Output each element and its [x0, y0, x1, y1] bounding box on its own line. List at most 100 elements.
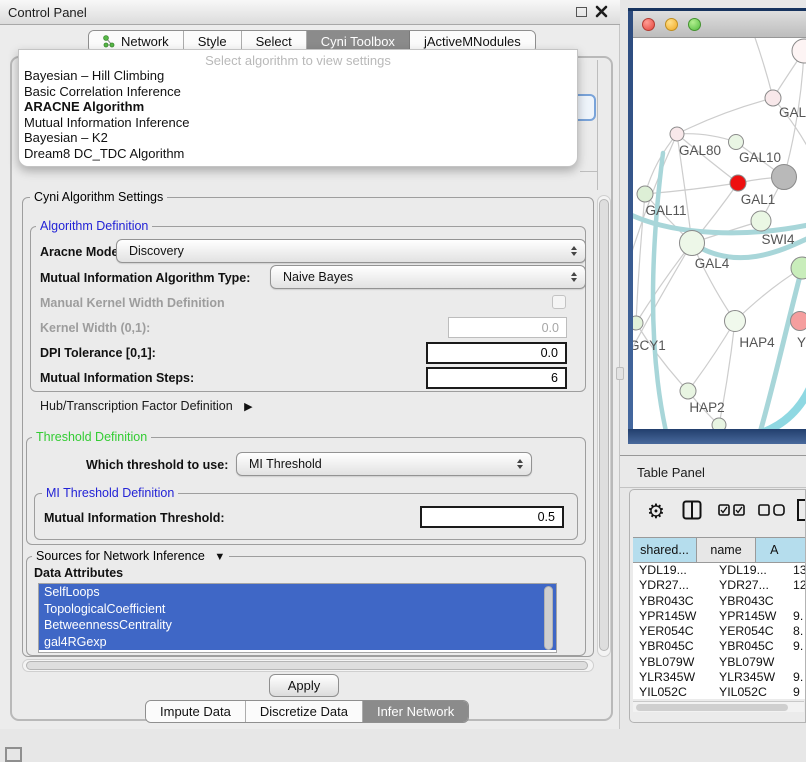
combo-stepper-icon — [571, 246, 577, 256]
mi-threshold-label: Mutual Information Threshold: — [44, 511, 225, 525]
network-node-labels: GAL GAL80 GAL10 GAL1 GAL11 SWI4 GAL4 GCY… — [633, 105, 806, 415]
algorithm-definition-title: Algorithm Definition — [36, 219, 152, 233]
control-panel-title: Control Panel — [8, 5, 87, 20]
apply-button[interactable]: Apply — [269, 674, 339, 697]
close-icon[interactable] — [595, 5, 608, 18]
float-window-icon[interactable] — [576, 7, 587, 17]
algorithm-option-aracne[interactable]: ARACNE Algorithm — [19, 99, 577, 115]
node-hap4 — [725, 311, 746, 332]
column-header-name[interactable]: name — [697, 538, 756, 562]
attributes-list-scrollbar[interactable] — [544, 586, 553, 650]
mi-steps-label: Mutual Information Steps: — [40, 371, 194, 385]
zoom-traffic-light-icon[interactable] — [688, 18, 701, 31]
aracne-mode-label: Aracne Mode: — [40, 245, 123, 259]
control-panel-window: Control Panel Network Style Select — [0, 0, 620, 729]
algorithm-placeholder: Select algorithm to view settings — [19, 50, 577, 68]
select-all-checkboxes-icon[interactable] — [718, 504, 746, 516]
table-toolbar: ⚙ — [630, 490, 806, 537]
node-gal11 — [637, 186, 653, 202]
table-row[interactable]: YBR045CYBR045C9. — [633, 639, 806, 654]
table-row[interactable]: YDR27...YDR27...12 — [633, 578, 806, 593]
settings-vertical-scrollbar[interactable] — [597, 195, 611, 657]
table-row[interactable]: YBL079WYBL079W — [633, 655, 806, 670]
aracne-mode-combo[interactable]: Discovery — [116, 239, 586, 263]
algorithm-option-mutual-information[interactable]: Mutual Information Inference — [19, 115, 577, 131]
table-row[interactable]: YPR145WYPR145W9. — [633, 609, 806, 624]
panel-splitter-handle[interactable] — [616, 367, 624, 380]
table-row[interactable]: YLR345WYLR345W9. — [633, 670, 806, 685]
data-attributes-list[interactable]: SelfLoops TopologicalCoefficient Between… — [38, 583, 557, 653]
node-gal80 — [670, 127, 684, 141]
attribute-item[interactable]: gal4RGexp — [39, 634, 556, 651]
table-panel-title: Table Panel — [637, 465, 705, 480]
node-gal1 — [730, 175, 746, 191]
mi-threshold-group-title: MI Threshold Definition — [42, 486, 178, 500]
expander-expanded-icon: ▼ — [214, 551, 225, 563]
algorithm-option-dream8[interactable]: Dream8 DC_TDC Algorithm — [19, 146, 577, 162]
which-threshold-combo[interactable]: MI Threshold — [236, 452, 532, 476]
tab-network-label: Network — [121, 34, 169, 49]
hub-factor-expander[interactable]: Hub/Transcription Factor Definition ▶ — [40, 399, 253, 413]
deselect-checkboxes-icon[interactable] — [758, 504, 786, 516]
node-label: SWI4 — [761, 232, 794, 247]
tab-impute-data[interactable]: Impute Data — [146, 701, 246, 722]
mi-threshold-field[interactable]: 0.5 — [420, 506, 564, 528]
column-header-partial[interactable]: A — [756, 538, 806, 562]
network-edges-thick — [633, 153, 806, 429]
tab-infer-network[interactable]: Infer Network — [363, 701, 468, 722]
kernel-width-field[interactable]: 0.0 — [448, 317, 567, 338]
cyni-algorithm-settings-title: Cyni Algorithm Settings — [30, 190, 167, 204]
table-body: YDL19...YDL19...13 YDR27...YDR27...12 YB… — [633, 563, 806, 699]
node-label: GAL4 — [695, 256, 730, 271]
manual-kernel-label: Manual Kernel Width Definition — [40, 296, 225, 310]
settings-horizontal-scrollbar[interactable] — [22, 659, 594, 672]
table-row[interactable]: YER054CYER054C8. — [633, 624, 806, 639]
manual-kernel-checkbox[interactable] — [552, 295, 566, 309]
close-traffic-light-icon[interactable] — [642, 18, 655, 31]
aracne-mode-value: Discovery — [129, 244, 184, 258]
algorithm-option-basic-correlation[interactable]: Basic Correlation Inference — [19, 84, 577, 100]
which-threshold-value: MI Threshold — [249, 457, 322, 471]
table-row[interactable]: YDL19...YDL19...13 — [633, 563, 806, 578]
attribute-item[interactable]: BetweennessCentrality — [39, 617, 556, 634]
network-canvas[interactable]: GAL GAL80 GAL10 GAL1 GAL11 SWI4 GAL4 GCY… — [633, 38, 806, 429]
network-window-frame-bottom — [628, 429, 806, 444]
column-header-shared-name[interactable]: shared... — [633, 538, 697, 562]
node-label: HAP2 — [689, 400, 724, 415]
table-row-clipped[interactable]: YIL052CYIL052C9 — [633, 685, 806, 699]
scrollbar-thumb[interactable] — [26, 661, 588, 670]
algorithm-option-bayesian-k2[interactable]: Bayesian – K2 — [19, 130, 577, 146]
mi-type-combo[interactable]: Naive Bayes — [270, 265, 586, 289]
scrollbar-thumb[interactable] — [599, 199, 609, 651]
algorithm-option-bayesian-hill[interactable]: Bayesian – Hill Climbing — [19, 68, 577, 84]
table-row[interactable]: YBR043CYBR043C — [633, 594, 806, 609]
table-horizontal-scrollbar[interactable] — [633, 701, 804, 712]
network-window-titlebar[interactable] — [628, 11, 806, 38]
node-label: HAP4 — [739, 335, 775, 350]
minimize-traffic-light-icon[interactable] — [665, 18, 678, 31]
node-salmon — [791, 312, 806, 331]
combo-stepper-icon — [571, 272, 577, 282]
node-gray — [772, 165, 797, 190]
node-hap2 — [680, 383, 696, 399]
attribute-item[interactable]: SelfLoops — [39, 584, 556, 601]
node-label: GCY1 — [633, 338, 666, 353]
dpi-tolerance-label: DPI Tolerance [0,1]: — [40, 346, 156, 360]
threshold-definition-title: Threshold Definition — [32, 430, 151, 444]
tab-discretize-data[interactable]: Discretize Data — [246, 701, 363, 722]
attribute-item[interactable]: TopologicalCoefficient — [39, 601, 556, 618]
split-columns-icon[interactable] — [682, 500, 702, 520]
node-gal-partial — [765, 90, 781, 106]
node-unlabeled-top — [792, 39, 806, 63]
gear-icon[interactable]: ⚙ — [647, 499, 665, 524]
node-table[interactable]: shared... name A YDL19...YDL19...13 YDR2… — [633, 537, 806, 699]
mi-steps-field[interactable]: 6 — [426, 367, 567, 389]
minimized-panel-icon[interactable] — [5, 747, 22, 762]
scrollbar-thumb[interactable] — [636, 704, 788, 711]
dpi-tolerance-field[interactable]: 0.0 — [426, 342, 567, 364]
table-panel: ⚙ shared... name A — [629, 489, 806, 723]
sources-group-title[interactable]: Sources for Network Inference ▼ — [32, 549, 229, 563]
document-icon-partial[interactable] — [796, 498, 806, 522]
node-green-right — [791, 257, 806, 279]
control-panel-titlebar[interactable]: Control Panel — [0, 0, 620, 25]
